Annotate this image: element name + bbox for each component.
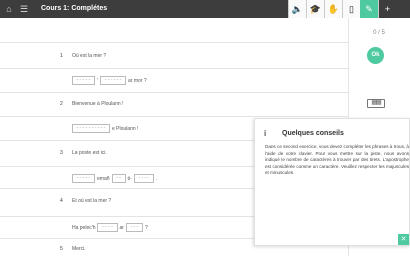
speaker-icon: 🔈 — [291, 3, 304, 14]
info-icon: i — [264, 129, 267, 138]
question-text: La poste est ici. — [72, 150, 107, 156]
answer-blank[interactable]: ---- — [97, 223, 118, 232]
answer-blank[interactable]: --- — [125, 223, 143, 232]
answer-text: ti- — [127, 175, 132, 182]
answer-blank[interactable]: ----- — [72, 174, 96, 183]
question-number: 1 — [60, 53, 63, 59]
close-button[interactable]: ✕ — [398, 234, 409, 245]
question-number: 4 — [60, 198, 63, 204]
divider — [0, 116, 348, 117]
plus-icon: + — [384, 4, 391, 14]
question-number: 2 — [60, 101, 63, 107]
answer-blank[interactable]: -- — [111, 174, 126, 183]
answer-text: Ha pelec'h — [72, 224, 96, 231]
answer-blank[interactable]: ---------- — [72, 124, 111, 133]
question-text: Et où est la mer ? — [72, 198, 112, 204]
answer-line: ----- ' ------ ar mor ? — [72, 76, 147, 85]
question-text: Bienvenue à Ploulann ! — [72, 101, 124, 107]
home-icon[interactable]: ⌂ — [4, 0, 14, 18]
speaker-button[interactable]: 🔈 — [288, 0, 306, 18]
answer-line: ---------- e Ploulann ! — [72, 124, 138, 133]
answer-blank[interactable]: ----- — [72, 76, 96, 85]
hand-button[interactable]: ✋ — [324, 0, 342, 18]
answer-blank[interactable]: ---- — [133, 174, 154, 183]
answer-line: Ha pelec'h ---- ar --- ? — [72, 223, 148, 232]
divider — [0, 92, 348, 93]
keyboard-icon[interactable]: ▦▦ — [367, 99, 385, 108]
divider — [0, 42, 348, 43]
graduation-cap-icon: 🎓 — [309, 3, 322, 14]
tips-title: Quelques conseils — [282, 130, 344, 137]
document-icon: ▯ — [349, 3, 354, 14]
question-number: 5 — [60, 246, 63, 252]
answer-text: emañ — [97, 175, 110, 182]
answer-text: ar mor ? — [128, 77, 147, 84]
answer-blank[interactable]: ------ — [99, 76, 126, 85]
page-title: Cours 1: Complétes — [41, 5, 108, 12]
answer-text: ? — [144, 224, 148, 231]
document-button[interactable]: ▯ — [342, 0, 360, 18]
tips-panel: i Quelques conseils Dans ce second exerc… — [254, 118, 410, 246]
ok-button[interactable]: Ok — [367, 47, 384, 64]
toolbar: 🔈 🎓 ✋ ▯ ✎ + — [288, 0, 396, 18]
question-text: Où est la mer ? — [72, 53, 107, 59]
answer-text: e Ploulann ! — [112, 125, 139, 132]
graduation-button[interactable]: 🎓 — [306, 0, 324, 18]
answer-line: ----- emañ -- ti- ---- . — [72, 174, 157, 183]
top-bar: ⌂ ☰ Cours 1: Complétes 🔈 🎓 ✋ ▯ ✎ + — [0, 0, 410, 18]
answer-text: ' — [97, 77, 98, 84]
add-button[interactable]: + — [378, 0, 396, 18]
score-counter: 0 / 5 — [373, 30, 385, 36]
close-icon: ✕ — [400, 236, 407, 243]
answer-text: . — [155, 175, 158, 182]
question-text: Merci. — [72, 246, 86, 252]
question-number: 3 — [60, 150, 63, 156]
pencil-icon: ✎ — [365, 3, 373, 14]
tips-text: Dans ce second exercice, vous devez comp… — [265, 144, 409, 176]
hamburger-menu-icon[interactable]: ☰ — [19, 0, 29, 18]
divider — [0, 68, 348, 69]
hand-icon: ✋ — [327, 3, 340, 14]
pencil-button[interactable]: ✎ — [360, 0, 378, 18]
answer-text: ar — [119, 224, 124, 231]
